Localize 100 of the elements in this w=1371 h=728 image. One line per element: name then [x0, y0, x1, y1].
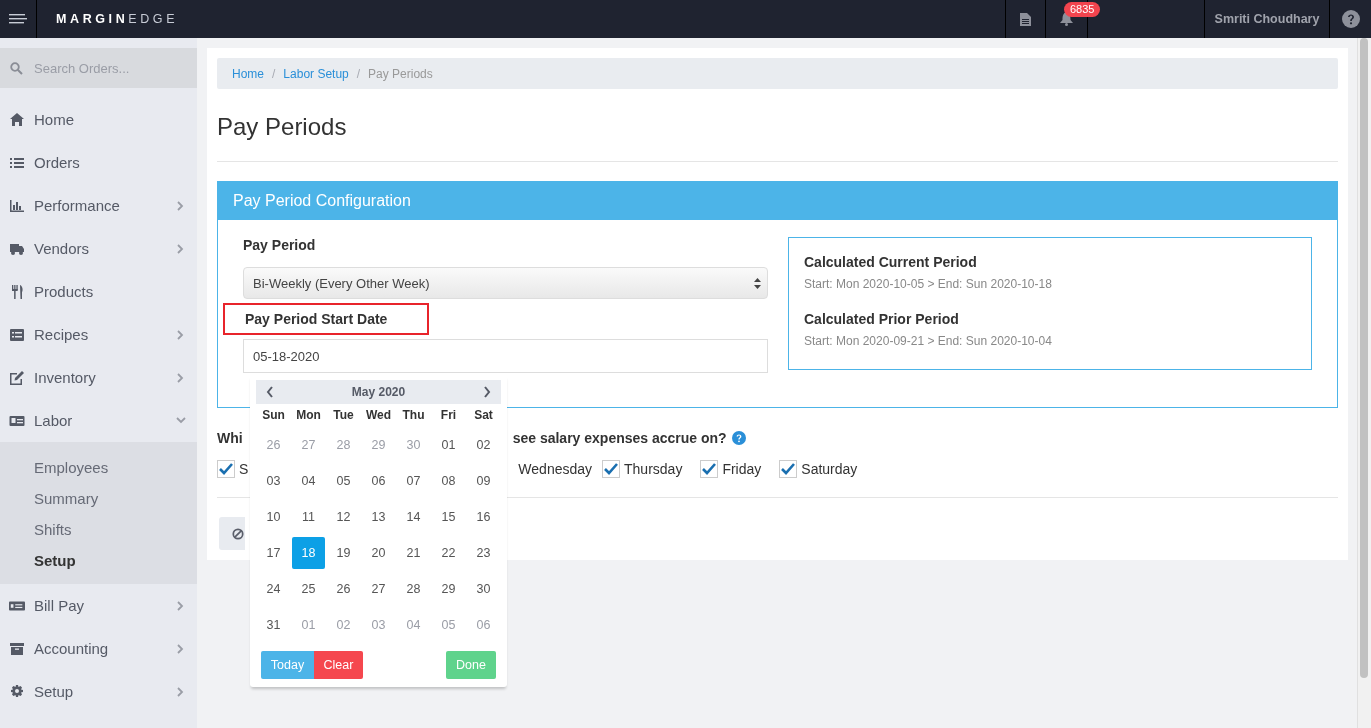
breadcrumb-separator: /: [272, 66, 276, 81]
checkbox[interactable]: [217, 460, 235, 478]
calendar-day[interactable]: 06: [362, 465, 395, 497]
sidebar-item[interactable]: Labor: [0, 399, 197, 442]
summary-heading: Calculated Current Period: [804, 254, 978, 270]
submenu-item[interactable]: Summary: [0, 483, 197, 514]
submenu-item[interactable]: Setup: [0, 545, 197, 576]
calendar-day[interactable]: 04: [292, 465, 325, 497]
submenu-item[interactable]: Shifts: [0, 514, 197, 545]
checkbox[interactable]: [602, 460, 621, 478]
calendar-day[interactable]: 03: [257, 465, 290, 497]
calendar-day[interactable]: 07: [397, 465, 430, 497]
document-icon: [1020, 12, 1031, 26]
checkbox-label: Thursday: [624, 461, 683, 477]
breadcrumb-separator: /: [356, 66, 361, 81]
weekday-label: Tue: [332, 407, 355, 424]
fork-knife-icon: [9, 283, 25, 300]
checkbox[interactable]: [779, 460, 798, 478]
button[interactable]: [219, 517, 245, 550]
calendar-day[interactable]: 15: [432, 501, 465, 533]
sidebar-item[interactable]: Accounting: [0, 627, 197, 670]
calendar-day[interactable]: 31: [257, 609, 290, 641]
weekday-label: Sat: [473, 407, 494, 424]
sidebar-item[interactable]: Products: [0, 270, 197, 313]
calendar-day[interactable]: 26: [327, 573, 360, 605]
card-header: Pay Period Configuration: [218, 182, 1337, 220]
breadcrumb-current: Pay Periods: [368, 66, 433, 81]
field-label: Pay Period: [243, 237, 317, 255]
gear-icon: [9, 683, 25, 700]
help-icon: [731, 431, 746, 445]
house-icon: [9, 111, 25, 128]
scrollbar[interactable]: [1357, 38, 1371, 728]
calendar-day[interactable]: 05: [327, 465, 360, 497]
sidebar-item[interactable]: Setup: [0, 670, 197, 713]
month-title: May 2020: [350, 385, 407, 399]
calendar-day[interactable]: 25: [292, 573, 325, 605]
pay-period-select[interactable]: Bi-Weekly (Every Other Week): [243, 267, 768, 299]
search-field[interactable]: Search Orders...: [0, 48, 197, 88]
question-text: Whi: [217, 430, 243, 446]
weekday-label: Mon: [295, 407, 322, 424]
summary-heading: Calculated Prior Period: [804, 311, 960, 327]
calendar-day[interactable]: 02: [467, 429, 500, 461]
submenu-item[interactable]: Employees: [0, 452, 197, 483]
calendar-day[interactable]: 16: [467, 501, 500, 533]
scrollbar-thumb[interactable]: [1360, 38, 1368, 678]
calendar-day[interactable]: 21: [397, 537, 430, 569]
chevron-left-icon: [266, 386, 274, 398]
logo: MARGIN EDGE: [56, 11, 179, 28]
sidebar-item[interactable]: Orders: [0, 141, 197, 184]
sort-arrows-icon: [754, 277, 761, 289]
menu-icon: [9, 13, 27, 25]
help-icon: [1341, 10, 1360, 28]
checkbox-label: Wednesday: [518, 461, 593, 477]
field-label: Pay Period Start Date: [223, 303, 430, 335]
sidebar-item[interactable]: Home: [0, 98, 197, 141]
ban-icon: [232, 527, 244, 540]
calendar-day[interactable]: 11: [292, 501, 325, 533]
calendar-day[interactable]: 13: [362, 501, 395, 533]
calendar-day[interactable]: 10: [257, 501, 290, 533]
weekday-label: Thu: [401, 407, 426, 424]
clear-button[interactable]: Clear: [314, 651, 363, 679]
calendar-day[interactable]: 08: [432, 465, 465, 497]
date-input-field[interactable]: 05-18-2020: [243, 339, 768, 373]
checkbox[interactable]: [700, 460, 719, 478]
search-icon: [10, 62, 23, 75]
summary-text: Start: Mon 2020-10-05 > End: Sun 2020-10-18: [804, 277, 1053, 291]
calendar-day[interactable]: 27: [362, 573, 395, 605]
question-text: see salary expenses accrue on?: [512, 430, 727, 446]
bar-chart-icon: [9, 197, 25, 214]
sidebar-item[interactable]: Vendors: [0, 227, 197, 270]
weekday-label: Sun: [261, 407, 286, 424]
calendar-day[interactable]: 19: [327, 537, 360, 569]
calendar-day[interactable]: 09: [467, 465, 500, 497]
checkbox-label: S: [239, 461, 249, 477]
sidebar-item[interactable]: Performance: [0, 184, 197, 227]
sidebar-item[interactable]: Inventory: [0, 356, 197, 399]
chevron-right-icon: [483, 386, 491, 398]
calendar-day[interactable]: 23: [467, 537, 500, 569]
weekday-label: Fri: [439, 407, 458, 424]
calendar-day[interactable]: 28: [397, 573, 430, 605]
sidebar-item[interactable]: Recipes: [0, 313, 197, 356]
sidebar-item[interactable]: Bill Pay: [0, 584, 197, 627]
calendar-day[interactable]: 17: [257, 537, 290, 569]
checkbox-label: Friday: [722, 461, 762, 477]
calendar-day[interactable]: 01: [432, 429, 465, 461]
calendar-day[interactable]: 20: [362, 537, 395, 569]
book-icon: [9, 326, 25, 343]
calendar-day[interactable]: 24: [257, 573, 290, 605]
page-title: Pay Periods: [217, 113, 348, 141]
calendar-day[interactable]: 12: [327, 501, 360, 533]
calendar-day[interactable]: 22: [432, 537, 465, 569]
checkbox-label: Saturday: [801, 461, 858, 477]
user-name-button[interactable]: Smriti Choudhary: [1204, 0, 1329, 38]
calendar-day[interactable]: 14: [397, 501, 430, 533]
notification-count: 6835: [1064, 2, 1101, 17]
calendar-day[interactable]: 29: [432, 573, 465, 605]
calendar-day[interactable]: 30: [467, 573, 500, 605]
weekday-label: Wed: [364, 407, 393, 424]
archive-box-icon: [9, 640, 25, 657]
summary-text: Start: Mon 2020-09-21 > End: Sun 2020-10-04: [804, 334, 1053, 348]
